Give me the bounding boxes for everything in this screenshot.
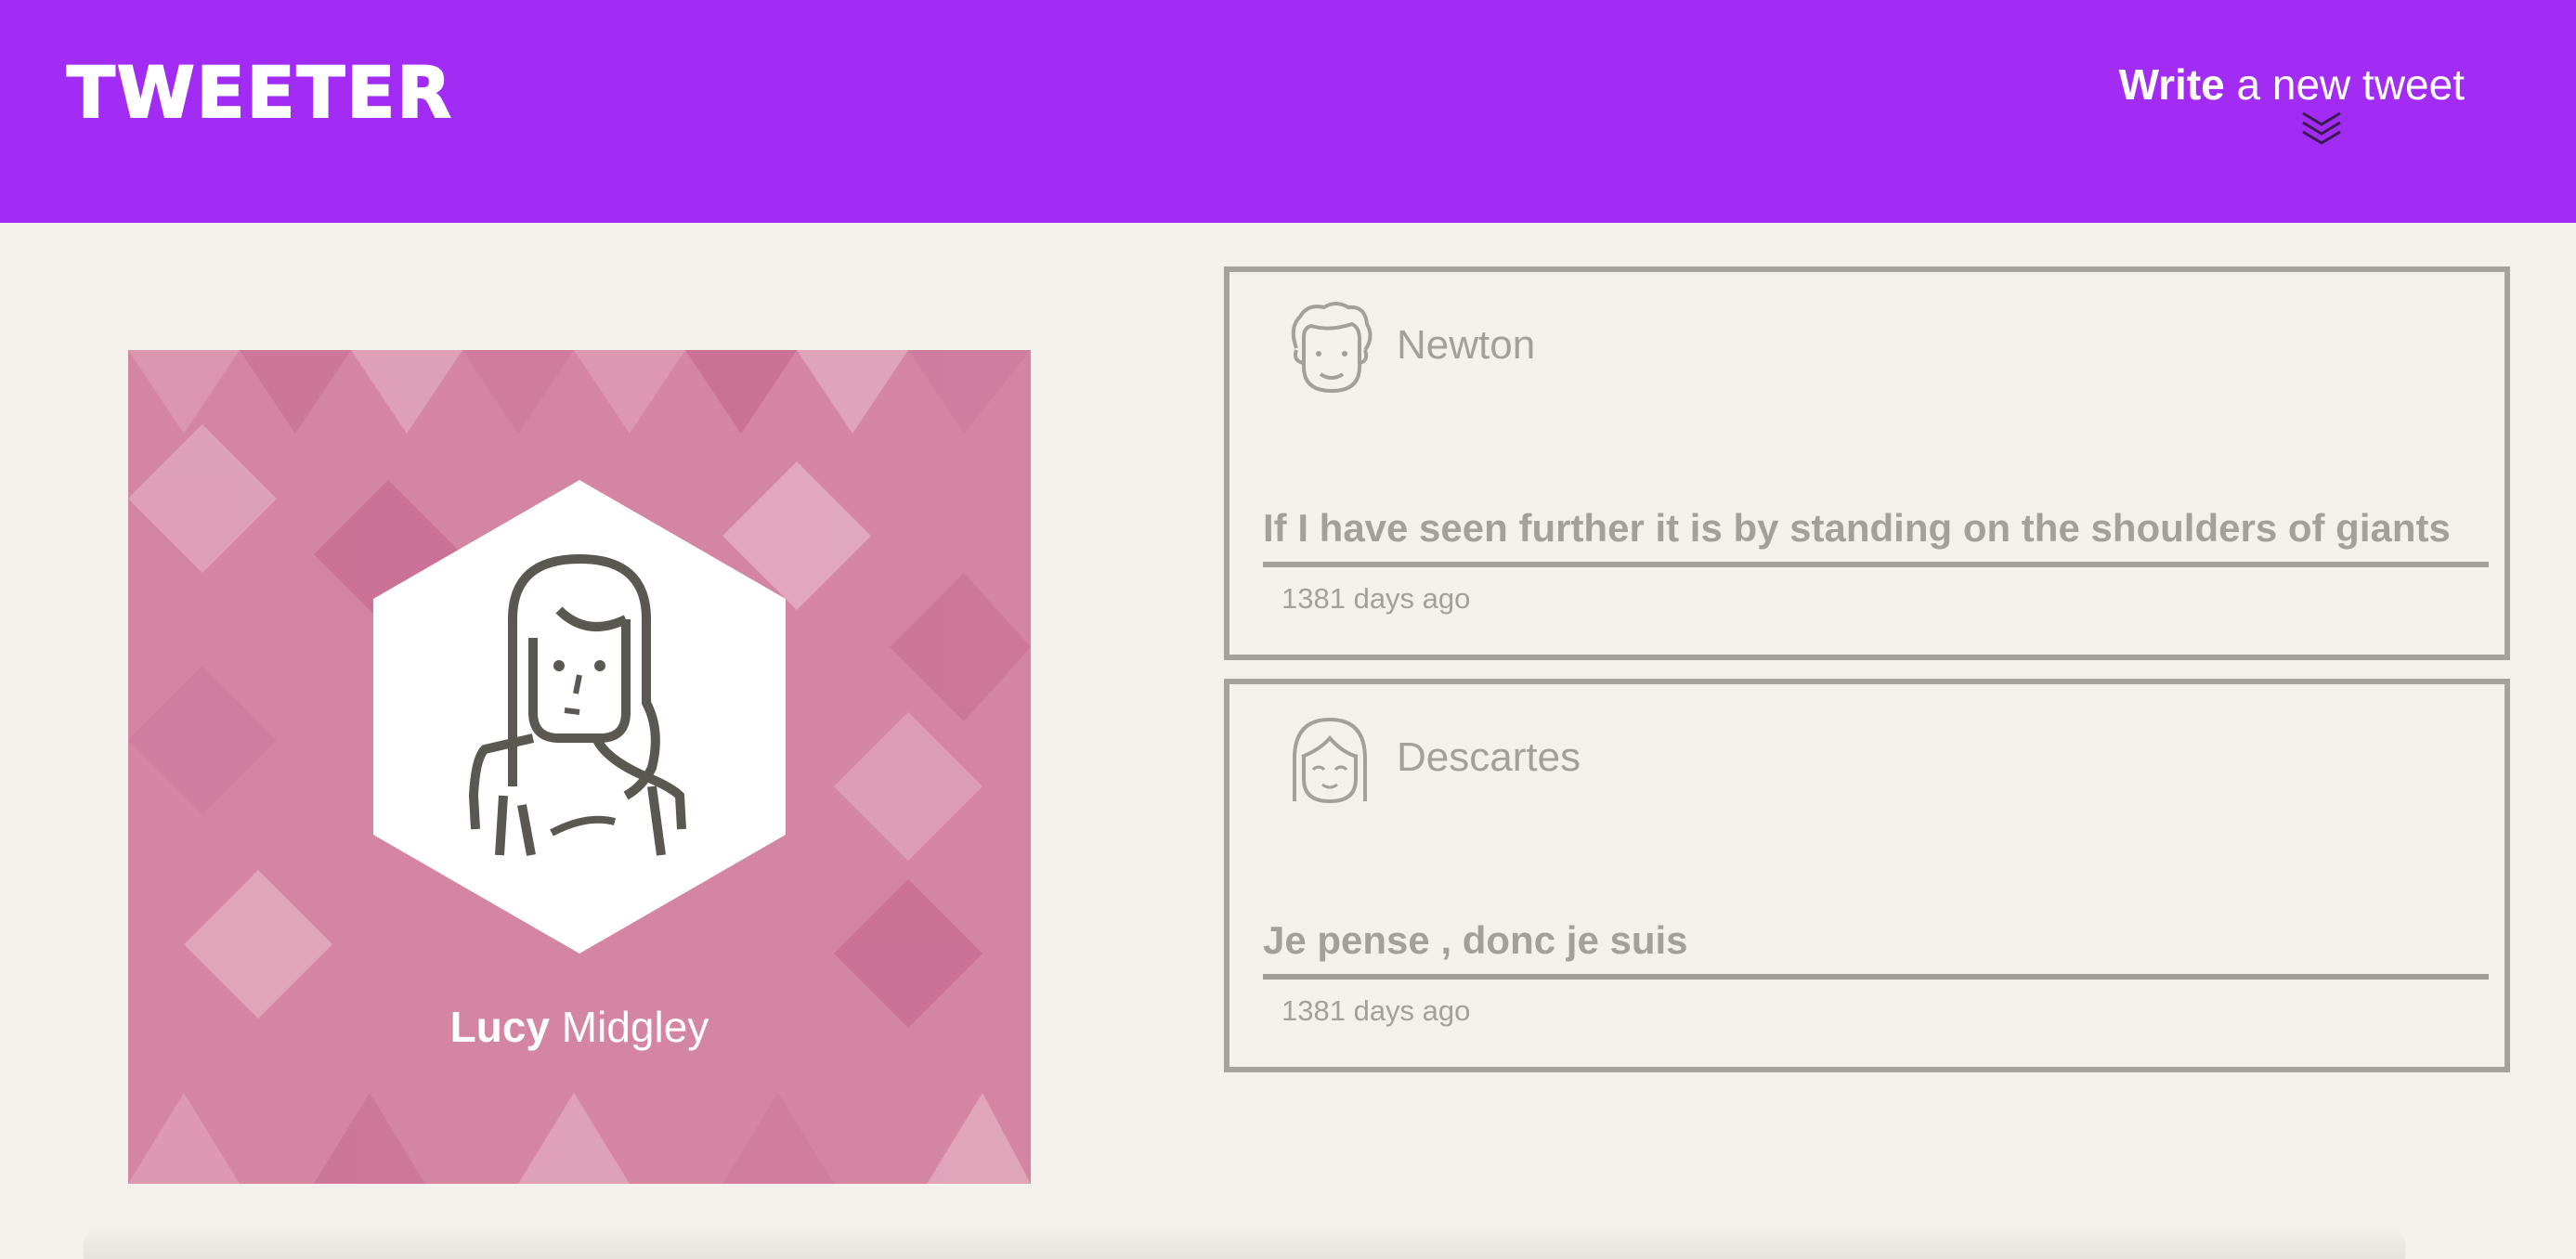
tweet-divider [1263, 562, 2489, 567]
tweet-author-name: Newton [1397, 322, 1536, 368]
tweet-text: If I have seen further it is by standing… [1263, 506, 2451, 550]
user-profile-card: Lucy Midgley [128, 350, 1031, 1184]
tweet-author-name: Descartes [1397, 734, 1581, 780]
compose-panel-edge [84, 1226, 2405, 1259]
compose-tweet-toggle[interactable]: Write a new tweet [2093, 61, 2465, 109]
woman-avatar-icon [373, 480, 786, 954]
compose-label-rest: a new tweet [2224, 60, 2465, 109]
tweet-card[interactable]: Descartes Je pense , donc je suis 1381 d… [1224, 679, 2510, 1072]
double-chevron-down-icon[interactable] [2299, 110, 2344, 150]
bangs-avatar-icon [1293, 717, 1367, 804]
tweet-divider [1263, 974, 2489, 980]
tweet-card[interactable]: Newton If I have seen further it is by s… [1224, 266, 2510, 660]
user-first-name: Lucy [449, 1003, 551, 1051]
tweet-timestamp: 1381 days ago [1281, 582, 1471, 615]
compose-label-strong: Write [2118, 60, 2225, 109]
tweet-timestamp: 1381 days ago [1281, 994, 1471, 1027]
tweet-text: Je pense , donc je suis [1263, 918, 1688, 962]
app-logo[interactable]: TWEETER [66, 57, 453, 129]
user-full-name: Lucy Midgley [128, 1002, 1031, 1052]
top-navigation-bar: TWEETER Write a new tweet [0, 0, 2576, 223]
user-last-name: Midgley [550, 1003, 709, 1051]
curly-hair-man-avatar-icon [1291, 302, 1373, 394]
